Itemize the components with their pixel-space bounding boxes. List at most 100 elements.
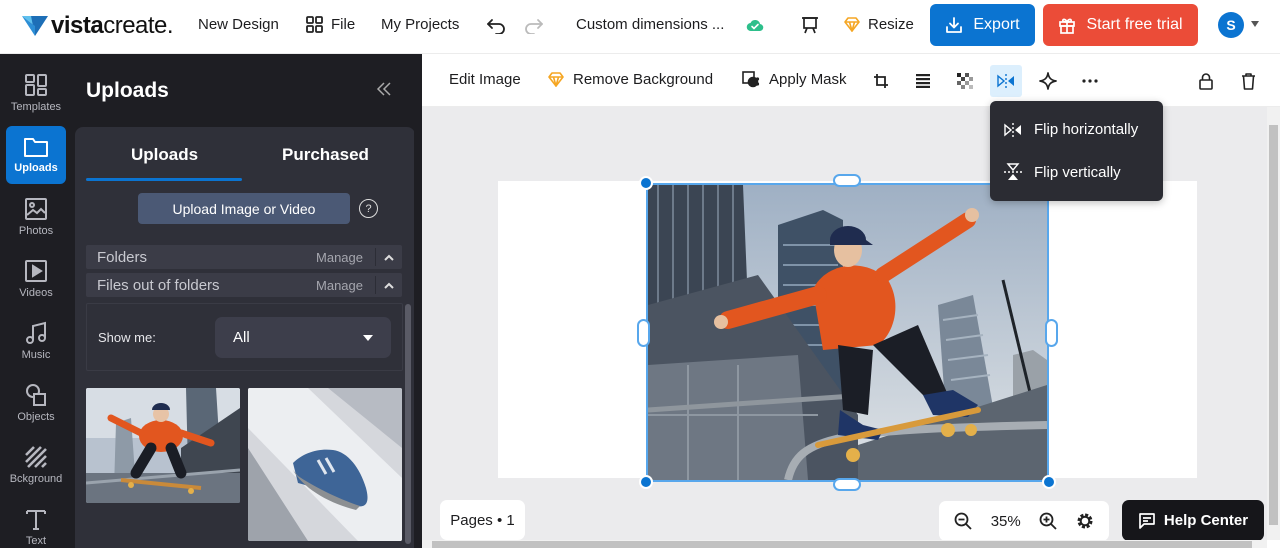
lock-button[interactable] xyxy=(1190,65,1222,97)
vertical-scrollbar[interactable] xyxy=(1267,107,1280,540)
resize-handle-right[interactable] xyxy=(1045,319,1058,347)
pages-button[interactable]: Pages • 1 xyxy=(440,500,525,540)
resize-handle-left[interactable] xyxy=(637,319,650,347)
more-options-button[interactable] xyxy=(1074,65,1106,97)
crop-icon xyxy=(874,74,888,88)
tab-uploads[interactable]: Uploads xyxy=(131,145,198,165)
folders-section[interactable]: Folders Manage xyxy=(86,245,402,269)
upload-image-or-video-button[interactable]: Upload Image or Video xyxy=(138,193,350,224)
resize-handle-top-left[interactable] xyxy=(639,176,653,190)
rail-item-background[interactable]: Bckground xyxy=(6,436,66,494)
upload-thumbnail-skateboarder[interactable] xyxy=(86,388,240,503)
mask-icon xyxy=(742,71,760,88)
rail-item-templates[interactable]: Templates xyxy=(6,64,66,122)
help-center-label: Help Center xyxy=(1163,512,1249,529)
flip-vertical-icon xyxy=(1004,163,1022,180)
shapes-icon xyxy=(26,384,46,406)
horizontal-scroll-thumb[interactable] xyxy=(432,541,1252,548)
resize-handle-bottom[interactable] xyxy=(833,478,861,491)
help-icon[interactable]: ? xyxy=(359,199,378,218)
logo[interactable]: vistacreate. xyxy=(22,12,174,40)
file-menu[interactable]: File xyxy=(306,16,355,33)
panel-scrollbar[interactable] xyxy=(405,304,411,544)
start-free-trial-label: Start free trial xyxy=(1086,16,1183,33)
rail-label: Objects xyxy=(17,411,55,423)
show-me-select[interactable]: All xyxy=(215,317,391,358)
premium-diamond-icon xyxy=(548,72,564,87)
layers-icon xyxy=(916,74,930,88)
manage-files-link[interactable]: Manage xyxy=(316,278,363,293)
upload-thumbnail-sneaker[interactable] xyxy=(248,388,402,541)
zoom-level[interactable]: 35% xyxy=(991,513,1021,530)
apply-mask-button[interactable]: Apply Mask xyxy=(742,71,847,88)
flip-horizontally-option[interactable]: Flip horizontally xyxy=(1004,121,1138,138)
image-context-toolbar: Edit Image Remove Background Apply Mask xyxy=(422,54,1280,107)
zoom-settings-button[interactable] xyxy=(1076,512,1094,530)
rail-item-uploads[interactable]: Uploads xyxy=(6,126,66,184)
vertical-scroll-thumb[interactable] xyxy=(1269,125,1278,525)
video-icon xyxy=(25,260,47,282)
rail-item-objects[interactable]: Objects xyxy=(6,374,66,432)
presentation-button[interactable] xyxy=(800,15,820,35)
flip-button[interactable] xyxy=(990,65,1022,97)
undo-icon xyxy=(487,19,505,34)
show-me-label: Show me: xyxy=(98,330,156,345)
rail-item-text[interactable]: Text xyxy=(6,498,66,548)
resize-button[interactable]: Resize xyxy=(844,16,914,33)
zoom-controls: 35% xyxy=(939,501,1109,541)
new-design-label: New Design xyxy=(198,16,279,33)
premium-diamond-icon xyxy=(844,17,860,32)
flip-horizontal-icon xyxy=(1004,122,1021,137)
account-caret-icon[interactable] xyxy=(1251,21,1259,27)
resize-handle-bottom-right[interactable] xyxy=(1042,475,1056,489)
rail-item-photos[interactable]: Photos xyxy=(6,188,66,246)
flip-horizontally-label: Flip horizontally xyxy=(1034,121,1139,138)
rail-item-music[interactable]: Music xyxy=(6,312,66,370)
delete-button[interactable] xyxy=(1232,65,1264,97)
start-free-trial-button[interactable]: Start free trial xyxy=(1043,4,1198,46)
redo-button[interactable] xyxy=(522,14,546,38)
grid-icon xyxy=(306,16,323,33)
edit-image-button[interactable]: Edit Image xyxy=(449,71,521,88)
avatar[interactable]: S xyxy=(1218,12,1244,38)
position-button[interactable] xyxy=(907,65,939,97)
flip-vertically-option[interactable]: Flip vertically xyxy=(1004,163,1121,181)
remove-background-button[interactable]: Remove Background xyxy=(548,71,713,88)
panel-title: Uploads xyxy=(86,79,169,102)
files-out-of-folders-section[interactable]: Files out of folders Manage xyxy=(86,273,402,297)
selected-image-element[interactable] xyxy=(646,183,1049,482)
rail-item-videos[interactable]: Videos xyxy=(6,250,66,308)
help-center-button[interactable]: Help Center xyxy=(1122,500,1264,541)
manage-folders-link[interactable]: Manage xyxy=(316,250,363,265)
animate-button[interactable] xyxy=(1032,65,1064,97)
gift-icon xyxy=(1059,18,1076,34)
vistacreate-editor: vistacreate. New Design File My Projects… xyxy=(0,0,1280,548)
resize-handle-bottom-left[interactable] xyxy=(639,475,653,489)
export-button[interactable]: Export xyxy=(930,4,1035,46)
undo-button[interactable] xyxy=(484,14,508,38)
top-bar: vistacreate. New Design File My Projects… xyxy=(0,0,1280,54)
resize-label: Resize xyxy=(868,16,914,33)
zoom-in-button[interactable] xyxy=(1039,512,1057,530)
flip-vertically-label: Flip vertically xyxy=(1034,163,1121,181)
section-name: Files out of folders xyxy=(97,276,220,294)
new-design-menu[interactable]: New Design xyxy=(198,16,279,33)
uploads-card: Uploads Purchased Upload Image or Video … xyxy=(75,127,415,548)
chevron-up-icon[interactable] xyxy=(376,282,402,289)
resize-handle-top[interactable] xyxy=(833,174,861,187)
collapse-panel-button[interactable] xyxy=(376,80,392,101)
horizontal-scrollbar[interactable] xyxy=(422,540,1267,548)
document-title[interactable]: Custom dimensions ... xyxy=(576,16,724,33)
crop-button[interactable] xyxy=(865,65,897,97)
music-icon xyxy=(26,321,46,344)
logo-text: vistacreate xyxy=(51,12,167,39)
zoom-out-button[interactable] xyxy=(954,512,972,530)
transparency-button[interactable] xyxy=(949,65,981,97)
chevron-up-icon[interactable] xyxy=(376,254,402,261)
gear-icon xyxy=(1077,513,1093,529)
my-projects-link[interactable]: My Projects xyxy=(381,16,459,33)
active-tab-indicator xyxy=(86,178,242,181)
sneaker-thumbnail-image xyxy=(248,388,402,541)
folder-icon xyxy=(24,138,48,157)
tab-purchased[interactable]: Purchased xyxy=(282,145,369,165)
